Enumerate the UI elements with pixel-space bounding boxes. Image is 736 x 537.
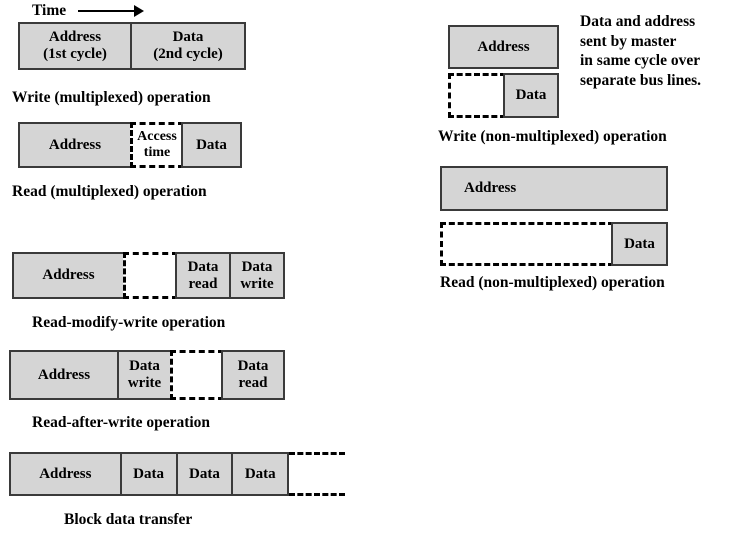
cell-line-1: Data [187,258,219,275]
side-note-line-4: separate bus lines. [580,71,701,89]
cell-continuation [289,452,345,496]
cell-line-1: Data [624,235,655,252]
cell-address: Address [12,252,125,299]
side-note: Data and address sent by master in same … [580,12,701,90]
cell-line-1: Address [48,136,102,153]
cell-line-1: Address [464,180,517,196]
cell-line-1: Address [48,29,102,45]
cell-line-1: Address [42,267,95,283]
cell-line-1: Access [137,129,177,144]
right-arrow-icon [78,5,145,17]
cell-data: Data (2nd cycle) [130,22,246,70]
cell-line-1: Data [244,465,276,482]
cell-data-read: Data read [221,350,285,400]
caption-write-multiplexed: Write (multiplexed) operation [12,89,211,106]
cell-line-1: Data [196,136,227,153]
cell-data-1: Data [119,452,178,496]
cell-data-3: Data [231,452,290,496]
cell-line-2: write [240,275,274,292]
cell-line-1: Address [477,38,530,55]
cell-data: Data [611,222,668,266]
diagram-block-data-transfer: Address Data Data Data [9,452,345,496]
cell-line-1: Address [37,366,91,383]
diagram-write-non-multiplexed-data-row: Data [448,73,559,118]
cell-line-1: Data [237,358,269,374]
cell-data-write: Data write [229,252,285,299]
diagram-read-non-multiplexed-address-row: Address [440,166,668,211]
cell-address: Address (1st cycle) [18,22,132,70]
cell-address: Address [18,122,132,168]
side-note-line-3: in same cycle over [580,52,701,69]
cell-access-time: Access time [130,122,184,168]
diagram-canvas: Time Address (1st cycle) Data (2nd cycle… [0,0,736,537]
diagram-read-multiplexed: Address Access time Data [18,122,244,168]
cell-data-2: Data [175,452,234,496]
cell-address: Address [9,452,122,496]
cell-line-2: (2nd cycle) [153,46,223,62]
cell-line-2: read [188,275,218,292]
caption-read-modify-write: Read-modify-write operation [32,314,226,331]
diagram-read-after-write: Address Data write Data read [9,350,289,400]
cell-line-1: Data [129,358,160,374]
cell-address: Address [448,25,559,69]
cell-data-write: Data write [117,350,172,400]
cell-address: Address [9,350,119,400]
cell-line-1: Data [241,258,273,275]
cell-data-read: Data read [175,252,231,299]
cell-line-2: read [238,375,268,391]
cell-gap [123,252,178,299]
cell-line-2: write [127,375,162,391]
cell-gap [440,222,614,266]
caption-write-non-multiplexed: Write (non-multiplexed) operation [438,128,667,145]
cell-line-1: Data [189,465,220,482]
diagram-read-non-multiplexed-data-row: Data [440,222,668,266]
caption-read-after-write: Read-after-write operation [32,414,211,431]
diagram-write-multiplexed: Address (1st cycle) Data (2nd cycle) [18,22,246,70]
diagram-write-non-multiplexed-address-row: Address [448,25,559,69]
caption-read-non-multiplexed: Read (non-multiplexed) operation [440,274,665,291]
cell-line-1: Data [515,87,547,103]
side-note-line-2: sent by master [580,32,677,50]
diagram-read-modify-write: Address Data read Data write [12,252,288,299]
cell-gap [448,73,506,118]
cell-data: Data [181,122,242,168]
cell-line-2: time [143,145,171,160]
cell-line-1: Data [133,465,164,482]
caption-read-multiplexed: Read (multiplexed) operation [12,183,207,200]
caption-block-data-transfer: Block data transfer [64,511,193,528]
time-axis-label: Time [32,2,67,19]
cell-line-2: (1st cycle) [43,46,107,62]
side-note-line-1: Data and address [580,13,696,30]
time-axis: Time [32,2,145,20]
cell-gap [170,350,224,400]
cell-address: Address [440,166,668,211]
cell-data: Data [503,73,559,118]
cell-line-1: Data [172,29,204,45]
cell-line-1: Address [39,465,92,482]
